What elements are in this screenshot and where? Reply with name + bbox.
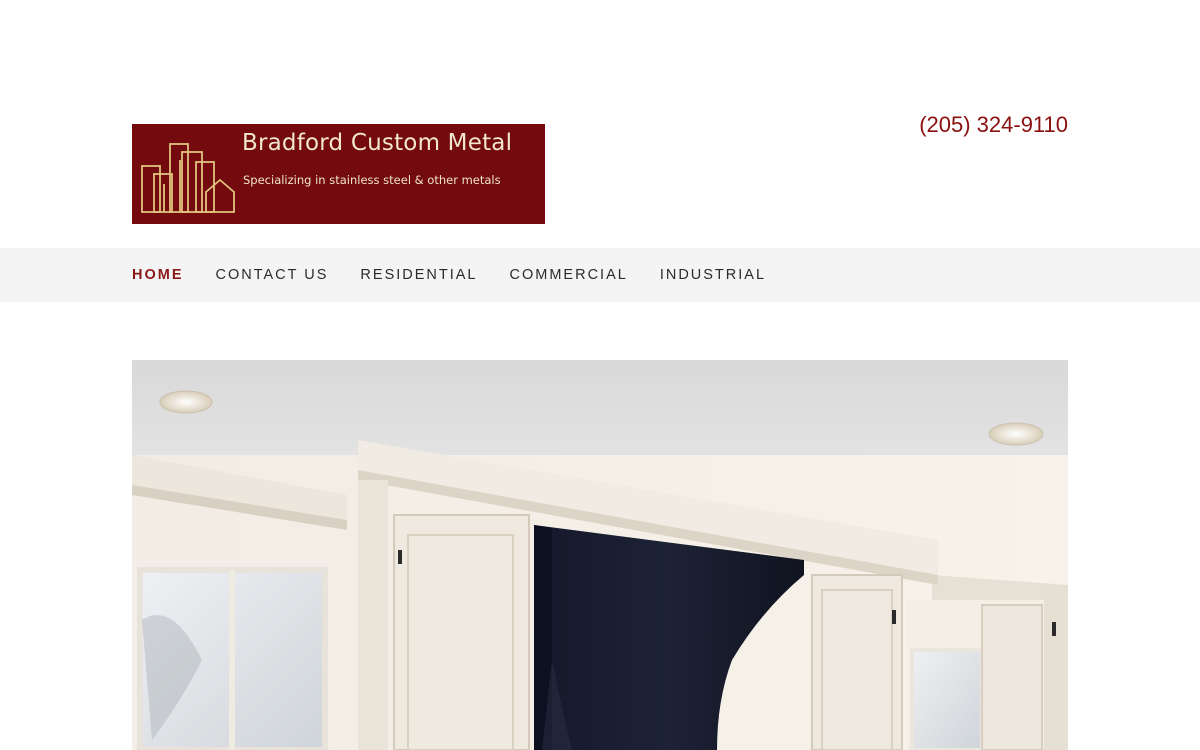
nav-item-industrial[interactable]: INDUSTRIAL	[660, 267, 766, 283]
site-logo[interactable]: Bradford Custom Metal Specializing in st…	[132, 124, 545, 224]
nav-item-commercial[interactable]: COMMERCIAL	[510, 267, 628, 283]
brand-tagline: Specializing in stainless steel & other …	[243, 173, 501, 187]
buildings-logo-icon	[141, 143, 235, 213]
brand-name: Bradford Custom Metal	[242, 130, 513, 156]
page: Bradford Custom Metal Specializing in st…	[0, 0, 1200, 750]
main-navigation: HOME CONTACT US RESIDENTIAL COMMERCIAL I…	[0, 248, 1200, 302]
hero-image	[132, 360, 1068, 750]
nav-item-contact-us[interactable]: CONTACT US	[216, 267, 329, 283]
nav-item-home[interactable]: HOME	[132, 267, 184, 283]
nav-item-residential[interactable]: RESIDENTIAL	[360, 267, 477, 283]
kitchen-photo	[132, 360, 1068, 750]
nav-list: HOME CONTACT US RESIDENTIAL COMMERCIAL I…	[132, 248, 798, 302]
phone-link[interactable]: (205) 324-9110	[919, 112, 1068, 138]
